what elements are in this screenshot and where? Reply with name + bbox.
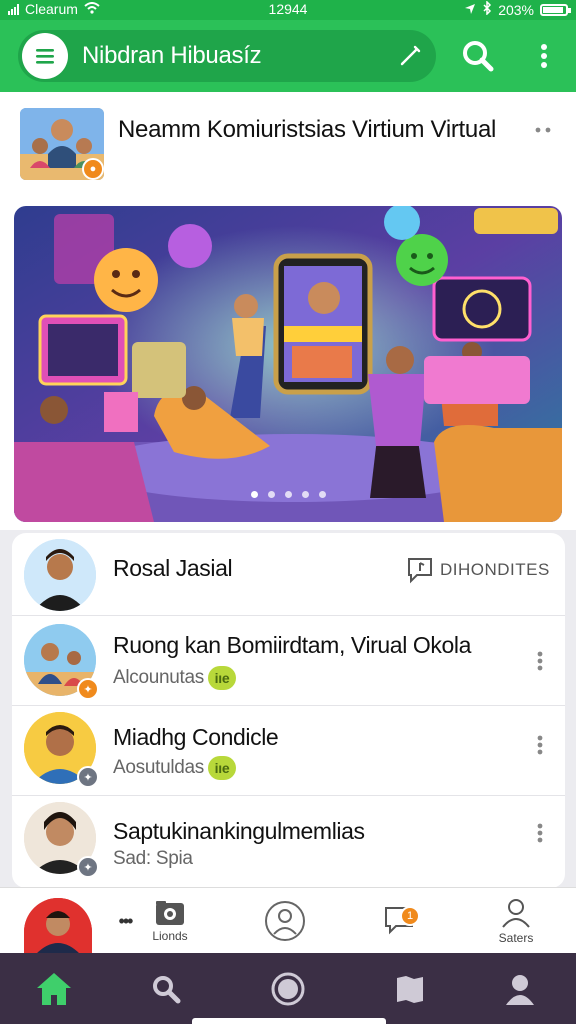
more-vertical-icon [537,735,543,755]
record-circle-icon [271,972,305,1006]
dock-more[interactable]: ••• [108,888,142,954]
chat-more-button[interactable] [530,818,550,848]
dock-photos-label: Lionds [152,929,188,943]
featured-post-card: ● Neamm Komiuristsias Virtium Virtual [0,92,576,530]
home-icon [37,973,71,1005]
message-note-icon [408,558,432,584]
person-circle-icon [265,901,305,941]
more-vertical-icon [541,44,547,68]
more-horizontal-icon [535,127,551,133]
chat-subtitle: Sad: Spia [113,848,193,869]
nav-profile[interactable] [498,967,542,1011]
carousel-dot[interactable] [284,491,292,498]
chat-subtitle: Alcounutas [113,667,205,688]
search-icon [153,976,181,1004]
dock-profile[interactable]: Saters [488,888,544,954]
more-vertical-icon [537,823,543,843]
user-icon [506,975,534,1005]
carousel-indicator[interactable] [14,491,562,498]
carousel-dot[interactable] [301,491,309,498]
carousel-dot[interactable] [267,491,275,498]
chat-subtitle: Aosutuldas [113,757,205,778]
chat-list: Rosal Jasial DIHONDITES ✦ Ruong kan Bomi… [12,533,565,888]
nav-search[interactable] [144,967,188,1011]
chat-more-button[interactable] [530,730,550,760]
avatar [24,898,92,954]
hero-illustration [14,206,562,522]
post-more-button[interactable] [530,118,558,142]
search-icon [463,41,494,72]
bottom-dock: ••• Lionds 1 Saters [0,887,576,954]
status-badge: iıe [208,756,237,780]
chat-action-button[interactable]: DIHONDITES [406,555,550,585]
camera-folder-icon [156,901,184,925]
dock-messages[interactable]: 1 [376,888,422,954]
chat-row[interactable]: ✦ Saptukinankingulmemlias Sad: Spia [12,795,565,888]
avatar-badge: ✦ [77,856,99,878]
dock-contacts[interactable] [258,888,312,954]
chat-subtitle-row: Aosutuldas iıe [113,756,237,780]
avatar-badge: ✦ [77,678,99,700]
dock-my-avatar[interactable] [22,888,94,954]
nav-library[interactable] [388,967,432,1011]
app-bar: Nibdran Hibuasíz [0,20,576,92]
person-icon [502,899,530,928]
avatar-badge: ✦ [77,766,99,788]
chat-subtitle-row: Sad: Spia [113,848,193,870]
app-title: Nibdran Hibuasíz [82,42,262,69]
post-title[interactable]: Neamm Komiuristsias Virtium Virtual [118,116,498,144]
home-indicator[interactable] [192,1018,386,1024]
chat-name: Rosal Jasial [113,555,233,581]
nav-record[interactable] [266,967,310,1011]
post-thumbnail[interactable]: ● [20,108,104,180]
chat-name: Ruong kan Bomiirdtam, Virual Okola [113,632,471,658]
dock-photos[interactable]: Lionds [138,888,202,954]
chat-name: Saptukinankingulmemlias [113,818,365,844]
chat-more-button[interactable] [530,646,550,676]
battery-percent: 203% [498,1,534,18]
status-badge: iıe [208,666,237,690]
chat-row[interactable]: ✦ Ruong kan Bomiirdtam, Virual Okola Alc… [12,615,565,705]
more-vertical-icon [537,651,543,671]
notification-badge: 1 [400,905,420,926]
map-book-icon [397,976,423,1003]
menu-button[interactable] [22,33,68,79]
more-horizontal-icon: ••• [118,910,134,931]
dock-profile-label: Saters [498,931,534,945]
overflow-menu-button[interactable] [530,36,558,76]
hero-carousel[interactable] [14,206,562,522]
chat-name: Miadhg Condicle [113,724,279,750]
chat-row[interactable]: Rosal Jasial DIHONDITES [12,533,565,623]
post-badge: ● [82,158,104,180]
battery-level [543,6,563,13]
hamburger-icon [36,49,54,64]
chat-row[interactable]: ✦ Miadhg Condicle Aosutuldas iıe [12,705,565,795]
chat-subtitle-row: Alcounutas iıe [113,666,237,690]
location-icon [464,2,476,18]
battery-icon [540,3,571,16]
carousel-dot[interactable] [318,491,326,498]
nav-home[interactable] [32,967,76,1011]
avatar[interactable] [24,539,96,611]
bluetooth-icon [482,0,492,18]
edit-pen-icon[interactable] [398,44,422,73]
search-button[interactable] [458,36,498,76]
chat-action-label: DIHONDITES [440,560,550,579]
carousel-dot[interactable] [250,491,258,498]
bottom-navigation [0,953,576,1024]
title-search-bar[interactable]: Nibdran Hibuasíz [18,30,436,82]
status-bar: Clearum 12944 203% [0,0,576,20]
